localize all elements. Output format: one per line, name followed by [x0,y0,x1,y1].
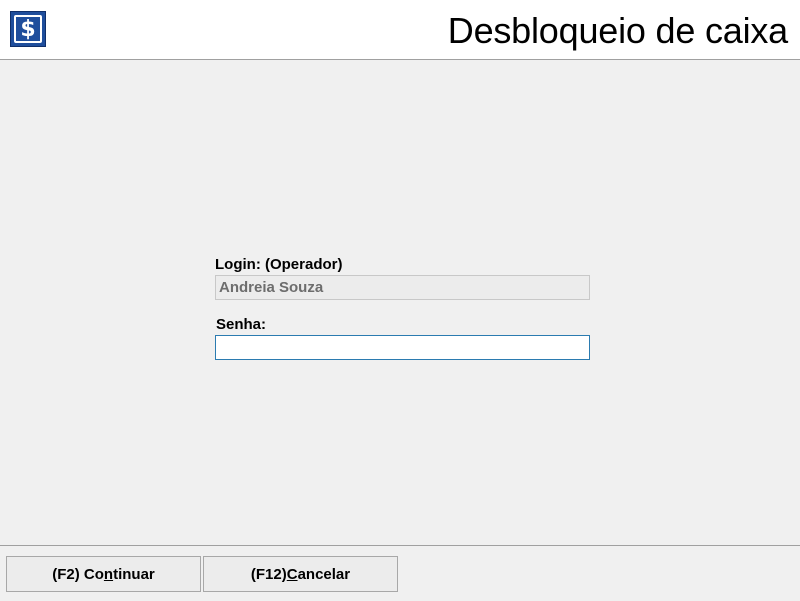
cancel-button-suffix: ancelar [297,565,351,583]
dollar-sign-icon: $ [10,11,46,47]
cancel-button[interactable]: (F12) Cancelar [203,556,398,592]
footer-bar: (F2) Co n tinuar (F12) Cancelar [0,545,800,601]
continue-button-suffix: tinuar [113,565,155,583]
login-field: Andreia Souza [215,275,590,300]
cancel-button-prefix: (F12) [250,565,287,583]
logo-glyph: $ [14,15,42,43]
password-label: Senha: [216,316,267,333]
login-label: Login: (Operador) [215,256,343,273]
header-bar: $ Desbloqueio de caixa [0,0,800,60]
continue-button[interactable]: (F2) Co n tinuar [6,556,201,592]
continue-button-prefix: (F2) Co [52,565,104,583]
cancel-button-mnemonic: C [286,565,298,583]
page-title: Desbloqueio de caixa [447,10,788,51]
password-input[interactable] [215,335,590,360]
continue-button-mnemonic: n [103,565,114,583]
